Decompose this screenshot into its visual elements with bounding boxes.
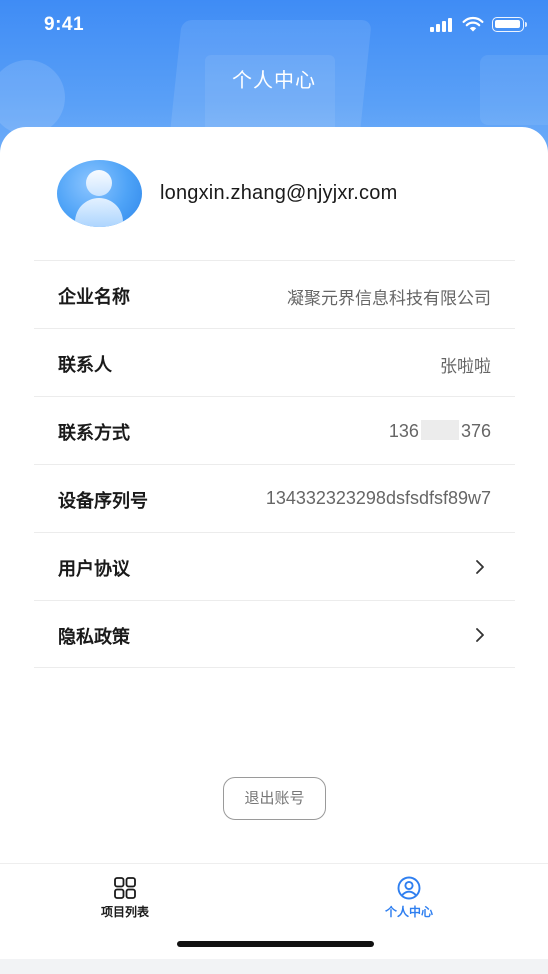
wifi-icon <box>462 16 484 32</box>
chevron-right-icon <box>476 560 484 574</box>
user-circle-icon <box>397 876 421 900</box>
tab-project-list[interactable]: 项目列表 <box>65 876 185 926</box>
battery-icon <box>492 17 527 32</box>
row-label: 联系人 <box>58 355 112 376</box>
row-privacy-policy[interactable]: 隐私政策 <box>34 600 515 668</box>
contact-person-value: 张啦啦 <box>440 357 491 377</box>
chevron-right-icon <box>476 628 484 642</box>
status-bar: 9:41 <box>0 0 548 52</box>
company-name-value: 凝聚元界信息科技有限公司 <box>287 289 491 309</box>
row-user-agreement[interactable]: 用户协议 <box>34 532 515 600</box>
phone-prefix: 136 <box>388 421 419 441</box>
status-icons <box>430 16 530 36</box>
profile-header: longxin.zhang@njyjxr.com <box>0 127 548 260</box>
profile-card: longxin.zhang@njyjxr.com 企业名称 凝聚元界信息科技有限… <box>0 127 548 863</box>
status-time: 9:41 <box>44 14 85 35</box>
row-device-serial: 设备序列号 134332323298dsfsdfsf89w7 <box>34 464 515 532</box>
tab-personal-center[interactable]: 个人中心 <box>349 876 469 926</box>
contact-phone-value: 136 376 <box>389 420 491 442</box>
page-title: 个人中心 <box>232 68 316 92</box>
avatar-head <box>86 170 112 196</box>
row-label: 隐私政策 <box>58 627 130 648</box>
phone-mask <box>420 420 459 440</box>
user-email: longxin.zhang@njyjxr.com <box>160 182 398 204</box>
tab-label: 项目列表 <box>100 905 149 919</box>
grid-icon <box>114 877 136 899</box>
cellular-signal-icon <box>430 16 454 32</box>
row-contact-person: 联系人 张啦啦 <box>34 328 515 396</box>
row-label: 用户协议 <box>58 559 130 580</box>
tab-label: 个人中心 <box>384 905 433 919</box>
home-indicator <box>177 941 374 947</box>
avatar <box>57 160 142 227</box>
phone-suffix: 376 <box>460 421 491 441</box>
info-list: 企业名称 凝聚元界信息科技有限公司 联系人 张啦啦 联系方式 136 376 设备… <box>34 260 515 668</box>
row-label: 企业名称 <box>58 287 130 308</box>
row-label: 联系方式 <box>58 423 130 444</box>
device-serial-value: 134332323298dsfsdfsf89w7 <box>265 488 491 508</box>
row-contact-phone: 联系方式 136 376 <box>34 396 515 464</box>
avatar-body <box>75 198 123 227</box>
logout-button[interactable]: 退出账号 <box>223 777 326 820</box>
row-company-name: 企业名称 凝聚元界信息科技有限公司 <box>34 260 515 328</box>
row-label: 设备序列号 <box>58 491 148 512</box>
